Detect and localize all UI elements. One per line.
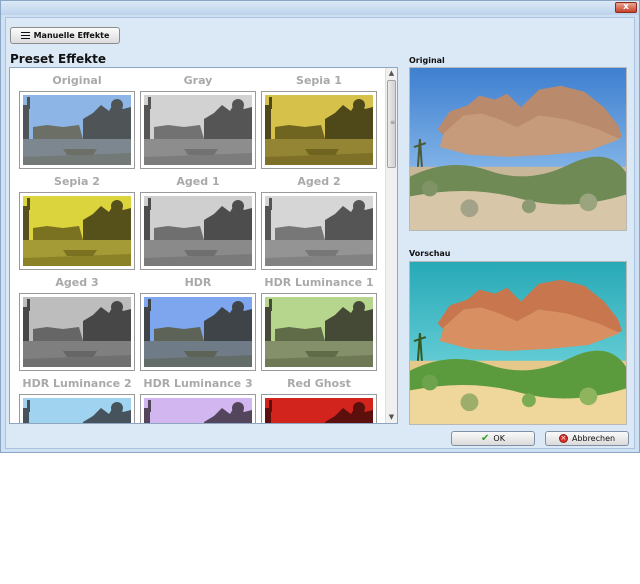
close-button[interactable]: x xyxy=(615,2,637,13)
scroll-up-arrow-icon[interactable]: ▲ xyxy=(386,68,397,79)
preset-item[interactable]: Sepia 1 xyxy=(261,74,377,170)
original-label: Original xyxy=(409,56,445,65)
preset-item-label: HDR Luminance 2 xyxy=(22,377,132,390)
preset-item[interactable]: HDR Luminance 2 xyxy=(19,377,135,423)
grip-icon: ≡ xyxy=(390,119,396,126)
ok-button[interactable]: ✔ OK xyxy=(451,431,535,446)
preset-item[interactable]: Aged 3 xyxy=(19,276,135,372)
preview-label: Vorschau xyxy=(409,249,451,258)
preset-item-label: HDR Luminance 1 xyxy=(264,276,374,289)
cancel-label: Abbrechen xyxy=(571,434,616,443)
preset-item[interactable]: Aged 2 xyxy=(261,175,377,271)
title-bar: x xyxy=(1,1,639,15)
preset-thumbnail[interactable] xyxy=(19,293,135,371)
preset-item-label: Aged 3 xyxy=(55,276,99,289)
preset-item[interactable]: Gray xyxy=(140,74,256,170)
preview-photo xyxy=(409,261,627,425)
preset-thumbnail[interactable] xyxy=(19,394,135,423)
preset-thumbnail[interactable] xyxy=(140,91,256,169)
preset-item-label: Aged 2 xyxy=(297,175,341,188)
preset-item-label: Red Ghost xyxy=(287,377,351,390)
cancel-x-icon: × xyxy=(558,434,568,443)
preset-thumbnail[interactable] xyxy=(261,293,377,371)
preset-item[interactable]: HDR xyxy=(140,276,256,372)
preset-thumbnail[interactable] xyxy=(261,394,377,423)
menu-lines-icon xyxy=(20,32,30,39)
preset-thumbnail[interactable] xyxy=(140,394,256,423)
manual-effects-label: Manuelle Effekte xyxy=(33,31,110,40)
preset-item[interactable]: Aged 1 xyxy=(140,175,256,271)
preset-effects-list[interactable]: Original Gray Sepia 1 Sepia 2 Aged 1 Aged 2 Ag… xyxy=(9,67,398,424)
preset-effects-title: Preset Effekte xyxy=(10,52,106,66)
preset-thumbnail[interactable] xyxy=(19,91,135,169)
preset-item-label: HDR xyxy=(184,276,212,289)
preset-item-label: Original xyxy=(52,74,102,87)
cancel-button[interactable]: × Abbrechen xyxy=(545,431,629,446)
preset-item-label: Sepia 1 xyxy=(296,74,342,87)
preset-item-label: Aged 1 xyxy=(176,175,220,188)
preset-item[interactable]: HDR Luminance 1 xyxy=(261,276,377,372)
preset-item[interactable]: Original xyxy=(19,74,135,170)
manual-effects-button[interactable]: Manuelle Effekte xyxy=(10,27,120,44)
preset-thumbnail[interactable] xyxy=(261,91,377,169)
preset-item[interactable]: Sepia 2 xyxy=(19,175,135,271)
preset-item-label: Gray xyxy=(183,74,213,87)
preset-scrollbar[interactable]: ▲ ≡ ▼ xyxy=(385,68,397,423)
preset-item[interactable]: HDR Luminance 3 xyxy=(140,377,256,423)
preset-thumbnail[interactable] xyxy=(261,192,377,270)
scroll-down-arrow-icon[interactable]: ▼ xyxy=(386,412,397,423)
scroll-thumb[interactable]: ≡ xyxy=(387,80,396,168)
original-photo xyxy=(409,67,627,231)
preset-thumbnail[interactable] xyxy=(140,293,256,371)
preset-item[interactable]: Red Ghost xyxy=(261,377,377,423)
preset-item-label: HDR Luminance 3 xyxy=(143,377,253,390)
preset-item-label: Sepia 2 xyxy=(54,175,100,188)
ok-label: OK xyxy=(493,434,505,443)
preset-thumbnail[interactable] xyxy=(140,192,256,270)
checkmark-icon: ✔ xyxy=(481,432,490,444)
preset-thumbnail[interactable] xyxy=(19,192,135,270)
